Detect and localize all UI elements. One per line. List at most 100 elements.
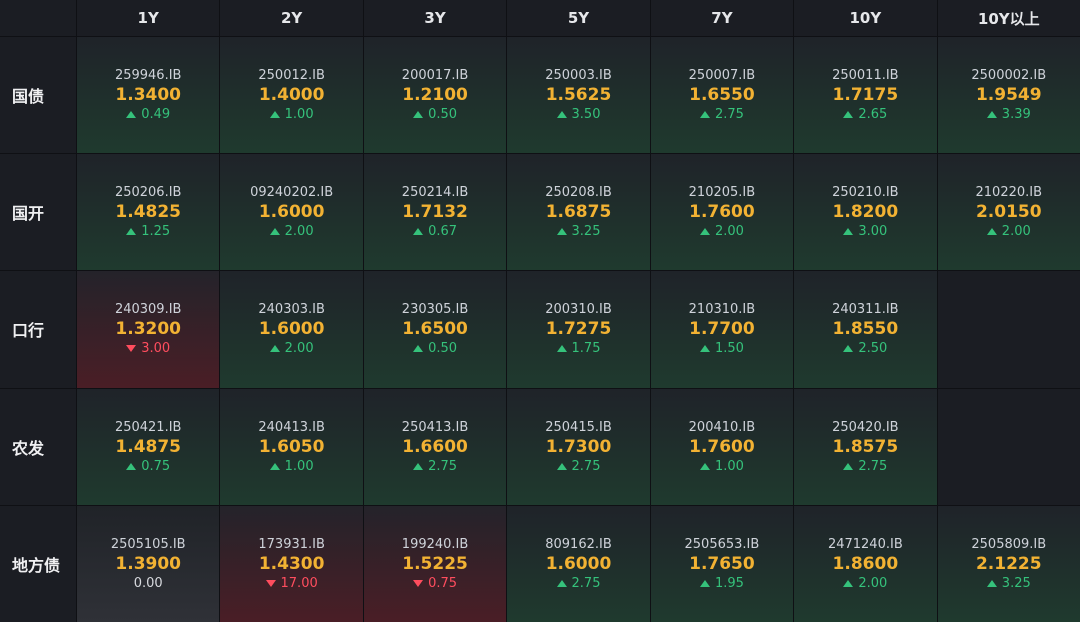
bond-cell[interactable]: 200410.IB 1.7600 1.00: [650, 388, 794, 505]
bond-cell[interactable]: 250413.IB 1.6600 2.75: [363, 388, 507, 505]
bond-yield: 1.7600: [689, 436, 755, 457]
bond-yield: 1.7175: [832, 85, 899, 106]
arrow-up-icon: [413, 462, 424, 470]
column-header-1y[interactable]: 1Y: [77, 0, 220, 36]
bond-code: 2505809.IB: [971, 536, 1047, 552]
arrow-up-icon: [986, 228, 997, 236]
bond-cell[interactable]: 250208.IB 1.6875 3.25: [507, 154, 650, 271]
bond-cell[interactable]: 250206.IB 1.4825 1.25: [77, 154, 220, 271]
bond-cell[interactable]: 250210.IB 1.8200 3.00: [794, 154, 937, 271]
row-label[interactable]: 口行: [0, 271, 76, 388]
bond-cell[interactable]: 250012.IB 1.4000 1.00: [220, 37, 363, 154]
arrow-up-icon: [699, 462, 710, 470]
yield-change: 17.00: [265, 576, 318, 591]
bond-yield: 1.6000: [258, 319, 325, 340]
bond-cell[interactable]: 250420.IB 1.8575 2.75: [794, 388, 937, 505]
yield-change-value: 3.25: [571, 224, 601, 240]
yield-change: 1.95: [699, 576, 744, 591]
arrow-up-icon: [413, 228, 424, 236]
bond-code: 200410.IB: [688, 419, 756, 435]
bond-cell[interactable]: 200310.IB 1.7275 1.75: [507, 271, 650, 388]
arrow-up-icon: [126, 228, 137, 236]
row-label[interactable]: 地方债: [0, 505, 76, 622]
bond-cell[interactable]: 2505653.IB 1.7650 1.95: [650, 505, 794, 622]
arrow-up-icon: [556, 579, 567, 587]
column-header-3y[interactable]: 3Y: [363, 0, 507, 36]
row-label[interactable]: 国开: [0, 154, 76, 271]
bond-yield: 1.8575: [832, 436, 899, 457]
bond-cell[interactable]: 250415.IB 1.7300 2.75: [507, 388, 650, 505]
yield-change-value: 1.00: [284, 107, 314, 123]
yield-change: 3.00: [843, 224, 887, 239]
bond-cell[interactable]: 240311.IB 1.8550 2.50: [794, 271, 937, 388]
column-header-7y[interactable]: 7Y: [650, 0, 794, 36]
yield-change-value: 2.75: [428, 458, 458, 474]
bond-cell[interactable]: 250214.IB 1.7132 0.67: [363, 154, 507, 271]
arrow-up-icon: [556, 345, 567, 353]
bond-code: 250003.IB: [545, 68, 612, 84]
bond-cell[interactable]: 2505105.IB 1.3900 0.00: [77, 505, 220, 622]
column-header-5y[interactable]: 5Y: [507, 0, 650, 36]
bond-cell[interactable]: 2500002.IB 1.9549 3.39: [937, 37, 1080, 154]
bond-cell[interactable]: 240413.IB 1.6050 1.00: [220, 388, 363, 505]
yield-change-value: 3.50: [571, 107, 601, 123]
bond-cell[interactable]: 259946.IB 1.3400 0.49: [77, 37, 220, 154]
yield-change-value: 3.25: [1001, 575, 1031, 591]
bond-yield: 1.7132: [402, 202, 468, 223]
column-header-10y[interactable]: 10Y: [794, 0, 937, 36]
bond-yield: 1.6500: [402, 319, 468, 340]
bond-yield: 1.3400: [115, 85, 182, 106]
bond-cell[interactable]: 210310.IB 1.7700 1.50: [650, 271, 794, 388]
yield-change: 3.00: [126, 341, 170, 356]
bond-yield: 1.6600: [402, 436, 468, 457]
column-header-10y-plus[interactable]: 10Y以上: [937, 0, 1080, 36]
yield-change: 0.50: [413, 341, 457, 356]
bond-cell[interactable]: 199240.IB 1.5225 0.75: [363, 505, 507, 622]
bond-cell[interactable]: 250003.IB 1.5625 3.50: [507, 37, 650, 154]
bond-cell[interactable]: 230305.IB 1.6500 0.50: [363, 271, 507, 388]
yield-change: 3.50: [556, 107, 601, 123]
bond-code: 250210.IB: [832, 185, 899, 201]
yield-change: 1.00: [699, 459, 744, 474]
bond-code: 250007.IB: [688, 68, 756, 84]
row-label[interactable]: 国债: [0, 37, 76, 154]
arrow-up-icon: [126, 462, 137, 470]
arrow-up-icon: [986, 111, 997, 119]
yield-change-value: 3.39: [1001, 107, 1031, 123]
yield-change: 3.39: [986, 107, 1031, 123]
bond-cell[interactable]: 2505809.IB 2.1225 3.25: [937, 505, 1080, 622]
bond-code: 240311.IB: [832, 302, 899, 318]
bond-cell[interactable]: 809162.IB 1.6000 2.75: [507, 505, 650, 622]
bond-cell[interactable]: 210220.IB 2.0150 2.00: [937, 154, 1080, 271]
bond-cell[interactable]: 240309.IB 1.3200 3.00: [77, 271, 220, 388]
column-header-2y[interactable]: 2Y: [220, 0, 363, 36]
bond-code: 809162.IB: [545, 536, 612, 552]
bond-code: 230305.IB: [401, 302, 469, 318]
yield-change: 2.75: [556, 576, 600, 591]
row-label[interactable]: 农发: [0, 388, 76, 505]
bond-cell[interactable]: 200017.IB 1.2100 0.50: [363, 37, 507, 154]
bond-cell[interactable]: 250421.IB 1.4875 0.75: [77, 388, 220, 505]
bond-yield: 1.6050: [258, 436, 325, 457]
bond-code: 2471240.IB: [827, 536, 903, 552]
bond-cell[interactable]: 250007.IB 1.6550 2.75: [650, 37, 794, 154]
yield-change: 3.25: [986, 575, 1031, 591]
bond-cell[interactable]: 2471240.IB 1.8600 2.00: [794, 505, 937, 622]
yield-change: 0.67: [413, 224, 457, 239]
bond-code: 250413.IB: [401, 419, 469, 435]
yield-change: 3.25: [556, 224, 601, 240]
arrow-up-icon: [699, 579, 710, 587]
bond-yield: 1.4000: [258, 85, 325, 106]
bond-yield: 1.6550: [689, 85, 755, 106]
bond-cell[interactable]: 240303.IB 1.6000 2.00: [220, 271, 363, 388]
yield-change: 2.75: [556, 459, 600, 474]
bond-cell[interactable]: 09240202.IB 1.6000 2.00: [220, 154, 363, 271]
yield-change-value: 2.00: [284, 224, 314, 240]
yield-change: 2.00: [699, 224, 744, 239]
yield-change-value: 0.75: [141, 458, 171, 474]
arrow-up-icon: [986, 579, 997, 587]
bond-cell[interactable]: 250011.IB 1.7175 2.65: [794, 37, 937, 154]
bond-cell[interactable]: 173931.IB 1.4300 17.00: [220, 505, 363, 622]
yield-change: 2.75: [699, 107, 744, 122]
bond-cell[interactable]: 210205.IB 1.7600 2.00: [650, 154, 794, 271]
